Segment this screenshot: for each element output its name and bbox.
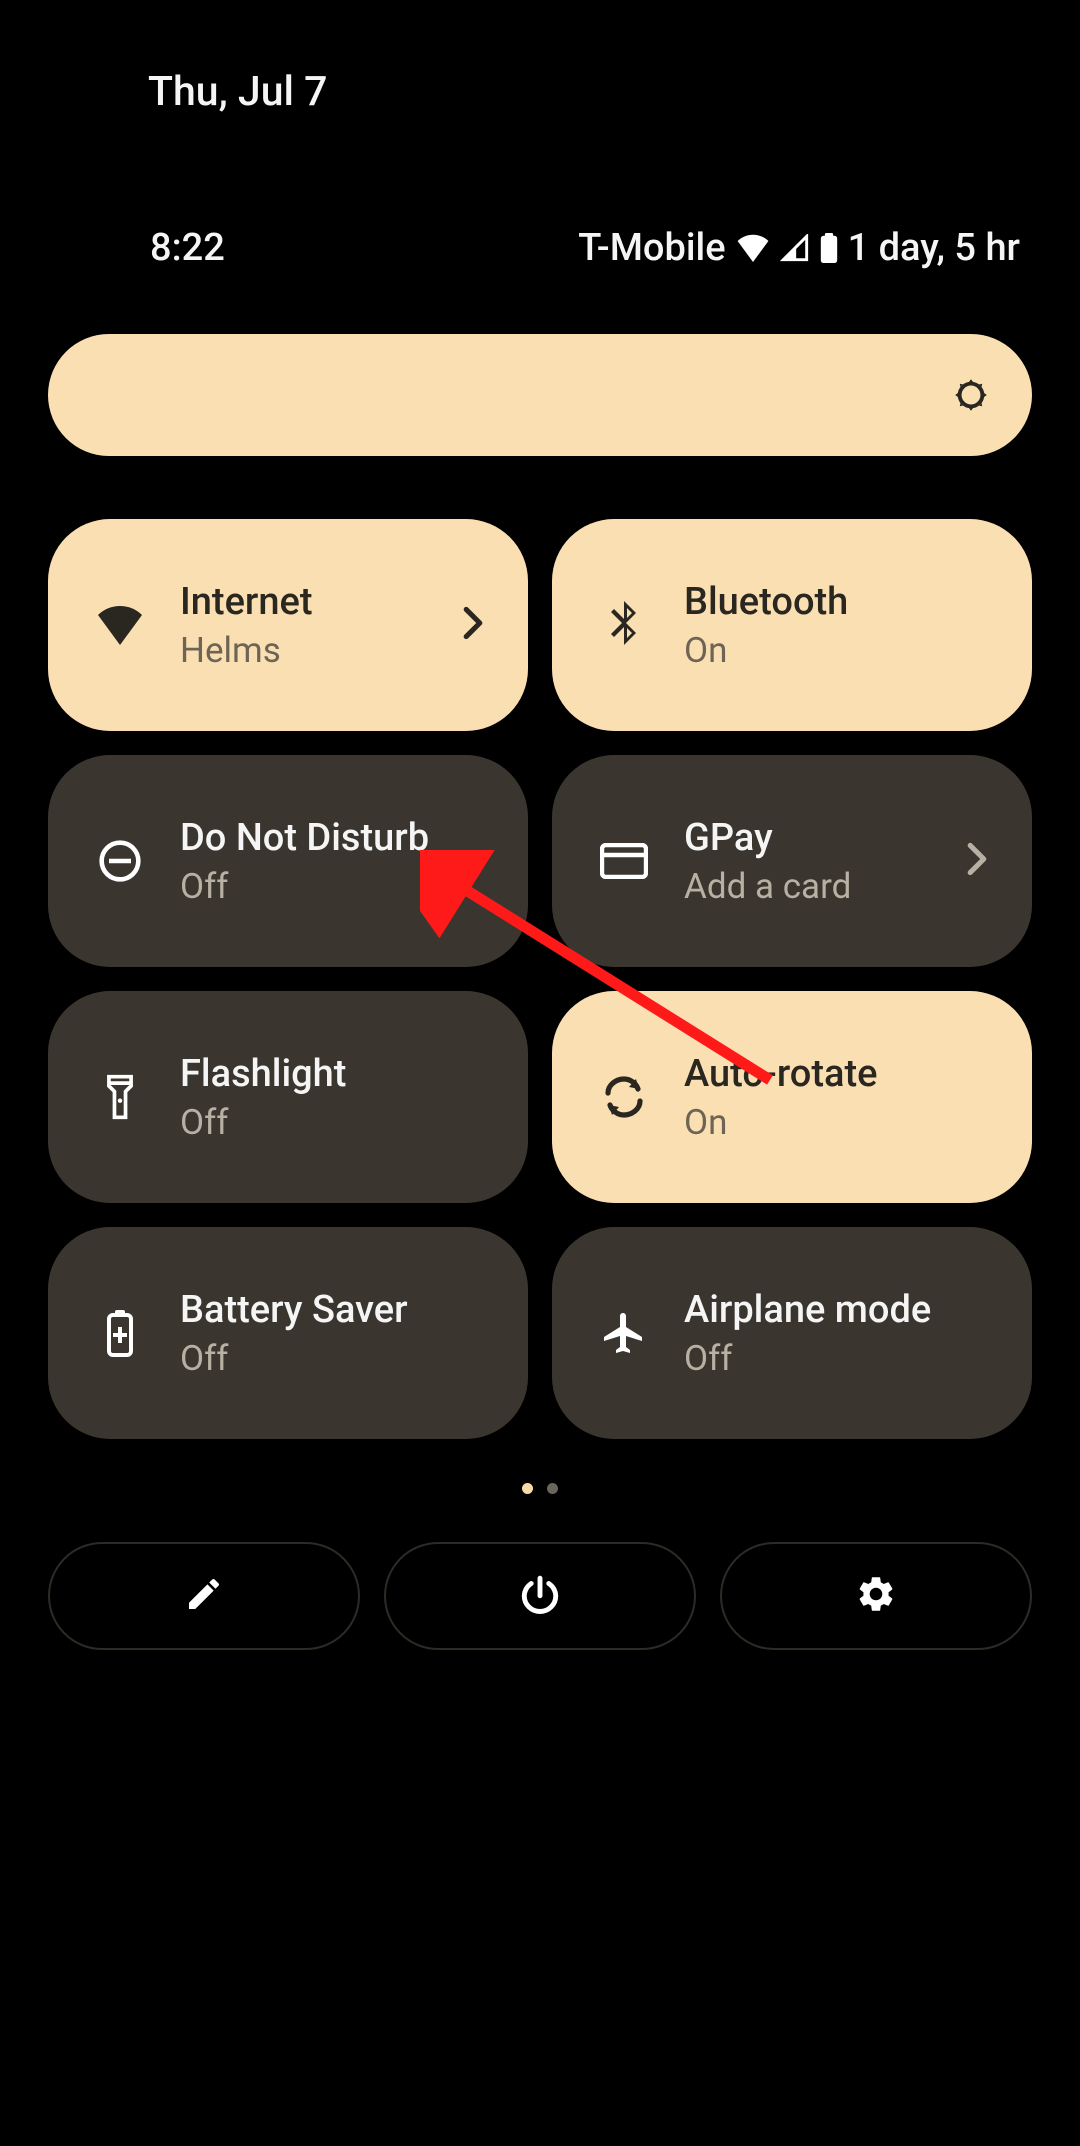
brightness-slider[interactable]	[48, 334, 1032, 456]
tile-subtitle: Off	[180, 866, 429, 907]
tile-title: Internet	[180, 580, 313, 624]
tile-battery-saver[interactable]: Battery Saver Off	[48, 1227, 528, 1439]
tile-subtitle: Off	[684, 1338, 931, 1379]
tile-subtitle: Off	[180, 1102, 346, 1143]
wifi-status-icon	[736, 234, 770, 262]
wifi-icon	[88, 605, 152, 645]
settings-button[interactable]	[720, 1542, 1032, 1650]
tile-autorotate[interactable]: Auto-rotate On	[552, 991, 1032, 1203]
tile-title: Flashlight	[180, 1052, 346, 1096]
tile-bluetooth[interactable]: Bluetooth On	[552, 519, 1032, 731]
tile-flashlight[interactable]: Flashlight Off	[48, 991, 528, 1203]
tile-dnd[interactable]: Do Not Disturb Off	[48, 755, 528, 967]
tile-title: Airplane mode	[684, 1288, 931, 1332]
pencil-icon	[184, 1574, 224, 1618]
airplane-icon	[592, 1309, 656, 1357]
battery-status-icon	[820, 233, 838, 263]
power-icon	[519, 1573, 561, 1619]
carrier-text: T-Mobile	[578, 226, 725, 270]
battery-icon	[88, 1309, 152, 1357]
page-dot-1	[522, 1483, 533, 1494]
gear-icon	[855, 1573, 897, 1619]
bluetooth-icon	[592, 601, 656, 649]
page-dot-2	[547, 1483, 558, 1494]
tile-title: Do Not Disturb	[180, 816, 429, 860]
tile-subtitle: Helms	[180, 630, 313, 671]
chevron-right-icon[interactable]	[462, 606, 484, 644]
flashlight-icon	[88, 1073, 152, 1121]
edit-button[interactable]	[48, 1542, 360, 1650]
rotate-icon	[592, 1073, 656, 1121]
status-bar: 8:22 T-Mobile 1 day, 5 hr	[0, 116, 1080, 270]
tile-airplane[interactable]: Airplane mode Off	[552, 1227, 1032, 1439]
time-text: 8:22	[150, 226, 225, 270]
date-text: Thu, Jul 7	[0, 0, 1080, 116]
bottom-button-row	[0, 1494, 1080, 1650]
status-right: T-Mobile 1 day, 5 hr	[578, 226, 1020, 270]
tile-subtitle: Off	[180, 1338, 408, 1379]
chevron-right-icon[interactable]	[966, 842, 988, 880]
tile-subtitle: On	[684, 1102, 877, 1143]
signal-status-icon	[780, 234, 810, 262]
tile-title: Bluetooth	[684, 580, 848, 624]
tile-title: Auto-rotate	[684, 1052, 877, 1096]
tile-gpay[interactable]: GPay Add a card	[552, 755, 1032, 967]
tile-title: Battery Saver	[180, 1288, 408, 1332]
tile-subtitle: Add a card	[684, 866, 851, 907]
quick-settings-tiles: Internet Helms Bluetooth On Do Not Distu…	[0, 456, 1080, 1439]
dnd-icon	[88, 839, 152, 883]
tile-title: GPay	[684, 816, 851, 860]
card-icon	[592, 843, 656, 879]
page-indicator	[0, 1483, 1080, 1494]
power-button[interactable]	[384, 1542, 696, 1650]
tile-subtitle: On	[684, 630, 848, 671]
tile-internet[interactable]: Internet Helms	[48, 519, 528, 731]
battery-time-text: 1 day, 5 hr	[848, 226, 1020, 270]
brightness-icon	[950, 374, 992, 416]
